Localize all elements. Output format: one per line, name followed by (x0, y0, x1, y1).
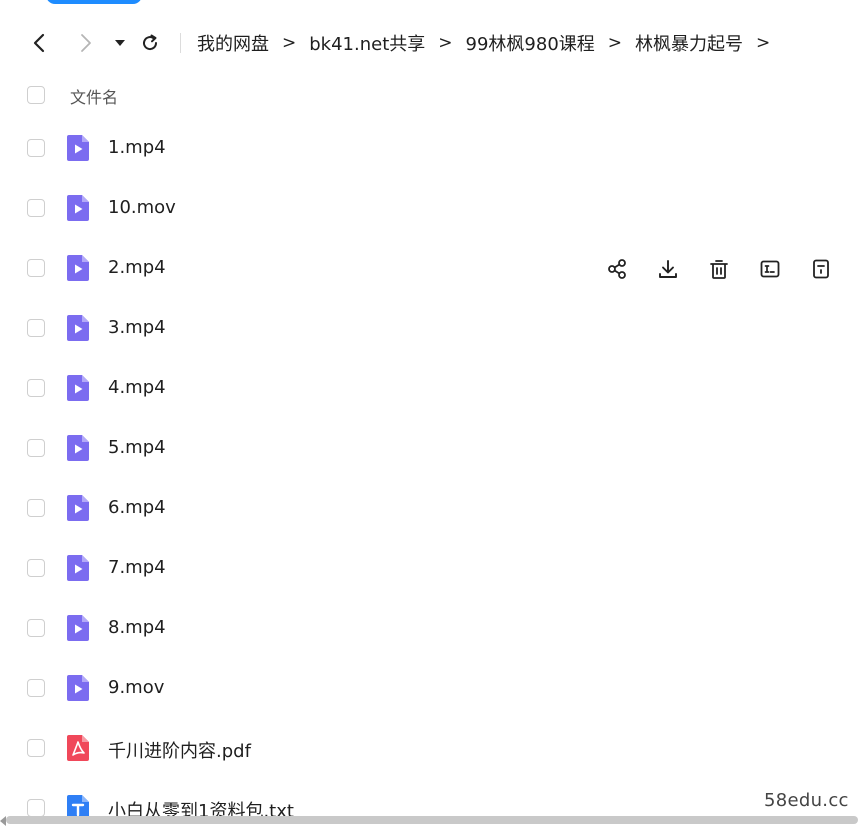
file-row[interactable]: 2.mp4 (0, 238, 864, 298)
navigation-toolbar: 我的网盘 > bk41.net共享 > 99林枫980课程 > 林枫暴力起号 > (0, 0, 864, 86)
file-name[interactable]: 7.mp4 (108, 557, 166, 578)
file-checkbox[interactable] (27, 259, 45, 277)
video-file-icon (66, 434, 90, 462)
caret-down-icon (115, 40, 125, 46)
file-checkbox[interactable] (27, 499, 45, 517)
file-row[interactable]: 10.mov (0, 178, 864, 238)
breadcrumb-item-course[interactable]: 99林枫980课程 (466, 30, 595, 56)
file-checkbox[interactable] (27, 739, 45, 757)
breadcrumb-item-shared[interactable]: bk41.net共享 (309, 30, 425, 56)
share-button[interactable] (604, 256, 630, 282)
scroll-left-arrow[interactable] (0, 816, 6, 826)
download-button[interactable] (655, 256, 681, 282)
file-row[interactable]: 1.mp4 (0, 118, 864, 178)
chevron-left-icon (33, 33, 45, 53)
file-row[interactable]: 7.mp4 (0, 538, 864, 598)
file-name[interactable]: 1.mp4 (108, 137, 166, 158)
details-icon (810, 258, 832, 280)
delete-icon (708, 258, 730, 280)
file-checkbox[interactable] (27, 139, 45, 157)
video-file-icon (66, 134, 90, 162)
file-checkbox[interactable] (27, 379, 45, 397)
watermark: 58edu.cc (764, 790, 849, 811)
breadcrumb-separator: > (756, 33, 771, 53)
file-row[interactable]: 3.mp4 (0, 298, 864, 358)
pdf-file-icon (66, 734, 90, 762)
file-name[interactable]: 3.mp4 (108, 317, 166, 338)
file-name[interactable]: 9.mov (108, 677, 164, 698)
video-file-icon (66, 554, 90, 582)
refresh-button[interactable] (139, 31, 161, 55)
file-checkbox[interactable] (27, 799, 45, 817)
breadcrumb-item-my-drive[interactable]: 我的网盘 (197, 30, 269, 56)
file-checkbox[interactable] (27, 199, 45, 217)
breadcrumb-item-current-folder[interactable]: 林枫暴力起号 (635, 30, 743, 56)
file-name[interactable]: 5.mp4 (108, 437, 166, 458)
file-name[interactable]: 4.mp4 (108, 377, 166, 398)
video-file-icon (66, 194, 90, 222)
video-file-icon (66, 374, 90, 402)
row-actions (604, 256, 834, 280)
forward-button[interactable] (75, 31, 97, 55)
refresh-icon (143, 34, 158, 51)
horizontal-scrollbar[interactable] (6, 816, 858, 824)
file-row[interactable]: 6.mp4 (0, 478, 864, 538)
video-file-icon (66, 314, 90, 342)
file-row[interactable]: 4.mp4 (0, 358, 864, 418)
file-checkbox[interactable] (27, 679, 45, 697)
video-file-icon (66, 494, 90, 522)
file-checkbox[interactable] (27, 619, 45, 637)
file-row[interactable]: 8.mp4 (0, 598, 864, 658)
file-row[interactable]: 5.mp4 (0, 418, 864, 478)
column-header-filename[interactable]: 文件名 (70, 84, 118, 108)
delete-button[interactable] (706, 256, 732, 282)
breadcrumb-separator: > (607, 33, 623, 53)
file-row[interactable]: 小白从零到1资料包.txt (0, 778, 864, 838)
file-name[interactable]: 10.mov (108, 197, 176, 218)
file-name[interactable]: 8.mp4 (108, 617, 166, 638)
chevron-right-icon (81, 34, 91, 52)
file-checkbox[interactable] (27, 439, 45, 457)
breadcrumb: 我的网盘 > bk41.net共享 > 99林枫980课程 > 林枫暴力起号 > (197, 30, 783, 56)
details-button[interactable] (808, 256, 834, 282)
file-checkbox[interactable] (27, 559, 45, 577)
file-name[interactable]: 2.mp4 (108, 257, 166, 278)
file-checkbox[interactable] (27, 319, 45, 337)
share-icon (606, 258, 628, 280)
file-row[interactable]: 千川进阶内容.pdf (0, 718, 864, 778)
video-file-icon (66, 674, 90, 702)
history-dropdown-button[interactable] (109, 31, 131, 55)
breadcrumb-separator: > (282, 33, 297, 53)
video-file-icon (66, 614, 90, 642)
select-all-checkbox[interactable] (27, 86, 45, 104)
file-name[interactable]: 千川进阶内容.pdf (108, 737, 251, 763)
file-name[interactable]: 6.mp4 (108, 497, 166, 518)
list-header: 文件名 (0, 76, 864, 116)
toolbar-divider (180, 33, 181, 53)
breadcrumb-separator: > (438, 33, 453, 53)
download-icon (657, 258, 679, 280)
video-file-icon (66, 254, 90, 282)
back-button[interactable] (28, 31, 50, 55)
file-row[interactable]: 9.mov (0, 658, 864, 718)
rename-button[interactable] (757, 256, 783, 282)
rename-icon (759, 258, 781, 280)
